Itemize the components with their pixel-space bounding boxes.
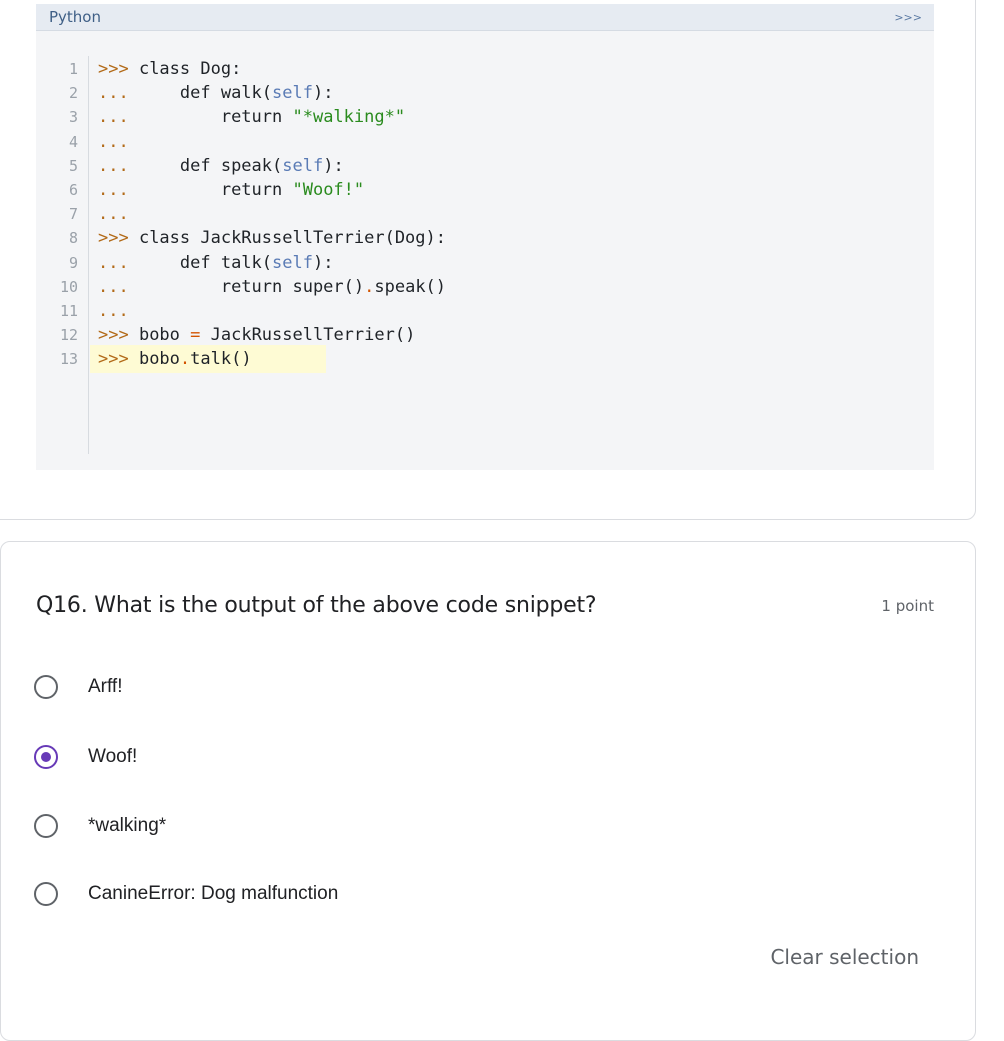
line-number: 5 bbox=[68, 156, 78, 175]
code-line: 8 >>> class JackRussellTerrier(Dog): bbox=[40, 226, 930, 250]
line-number: 2 bbox=[68, 84, 78, 103]
code-text: ... def talk(self): bbox=[98, 252, 334, 273]
line-number: 13 bbox=[59, 350, 78, 369]
option-arff[interactable]: Arff! bbox=[34, 669, 734, 705]
code-text: ... def walk(self): bbox=[98, 83, 334, 104]
question-points: 1 point bbox=[881, 597, 934, 615]
code-line: 10 ... return super().speak() bbox=[40, 275, 930, 299]
code-line: 9 ... def talk(self): bbox=[40, 251, 930, 275]
option-canine-error[interactable]: CanineError: Dog malfunction bbox=[34, 876, 734, 912]
code-text: ... bbox=[98, 204, 129, 225]
code-language-label: Python bbox=[49, 8, 101, 26]
prompt-toggle-icon[interactable]: >>> bbox=[894, 11, 922, 24]
code-line: 13 >>> bobo.talk() bbox=[40, 345, 930, 374]
code-line: 12 >>> bobo = JackRussellTerrier() bbox=[40, 323, 930, 347]
code-line: 4... bbox=[40, 130, 930, 154]
code-line: 11... bbox=[40, 299, 930, 323]
code-text: ... return super().speak() bbox=[98, 276, 447, 297]
code-text: >>> bobo.talk() bbox=[98, 349, 252, 370]
radio-button[interactable] bbox=[34, 745, 58, 769]
option-label: *walking* bbox=[88, 815, 167, 836]
code-text: >>> class JackRussellTerrier(Dog): bbox=[98, 228, 446, 249]
code-line: 5 ... def speak(self): bbox=[40, 154, 930, 178]
code-line: 1 >>> class Dog: bbox=[40, 57, 930, 81]
option-label: Arff! bbox=[88, 676, 123, 697]
code-text: ... bbox=[98, 131, 129, 152]
code-line: 6 ... return "Woof!" bbox=[40, 178, 930, 202]
radio-button[interactable] bbox=[34, 882, 58, 906]
option-woof[interactable]: Woof! bbox=[34, 739, 734, 775]
code-text: >>> class Dog: bbox=[98, 59, 242, 79]
code-text: ... bbox=[98, 301, 129, 321]
line-number: 10 bbox=[59, 277, 78, 296]
code-text: ... return "Woof!" bbox=[98, 180, 365, 200]
clear-selection-button[interactable]: Clear selection bbox=[770, 945, 919, 969]
line-number: 3 bbox=[68, 108, 78, 127]
radio-button[interactable] bbox=[34, 814, 58, 838]
code-line: 2 ... def walk(self): bbox=[40, 81, 930, 105]
code-text: >>> bobo = JackRussellTerrier() bbox=[98, 325, 416, 346]
code-header: Python >>> bbox=[36, 4, 934, 31]
line-number: 9 bbox=[68, 253, 78, 272]
radio-button[interactable] bbox=[34, 675, 58, 699]
line-number: 11 bbox=[59, 302, 78, 320]
line-number: 8 bbox=[68, 229, 78, 248]
option-label: CanineError: Dog malfunction bbox=[88, 883, 339, 904]
line-number: 6 bbox=[68, 181, 78, 199]
code-text: ... return "*walking*" bbox=[98, 107, 406, 128]
line-number: 7 bbox=[68, 205, 78, 224]
line-number: 12 bbox=[59, 326, 78, 345]
code-text: ... def speak(self): bbox=[98, 155, 344, 176]
option-walking[interactable]: *walking* bbox=[34, 808, 734, 844]
line-number: 1 bbox=[68, 60, 78, 78]
code-line: 7... bbox=[40, 202, 930, 226]
line-number: 4 bbox=[68, 132, 78, 151]
option-label: Woof! bbox=[88, 746, 138, 767]
code-line: 3 ... return "*walking*" bbox=[40, 105, 930, 129]
question-title: Q16. What is the output of the above cod… bbox=[36, 593, 597, 618]
